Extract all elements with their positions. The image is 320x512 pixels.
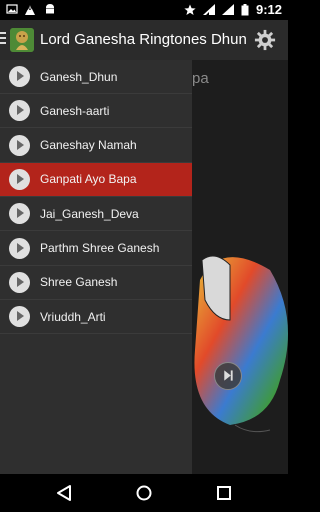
drawer-item[interactable]: Jai_Ganesh_Deva	[0, 197, 192, 232]
skip-icon	[224, 370, 233, 381]
player-pause-button[interactable]	[214, 362, 242, 390]
app-bar: Lord Ganesha Ringtones Dhun	[0, 20, 288, 60]
system-nav-bar	[0, 474, 288, 512]
drawer-toggle-icon[interactable]	[0, 32, 6, 47]
notification-badge: 40	[24, 3, 38, 15]
app-title: Lord Ganesha Ringtones Dhun	[40, 31, 247, 48]
app-logo-icon[interactable]	[10, 28, 34, 52]
image-icon	[6, 4, 18, 14]
drawer-item-label: Ganpati Ayo Bapa	[40, 172, 137, 187]
drawer-item-label: Ganeshay Namah	[40, 138, 137, 153]
drawer-item[interactable]: Vriuddh_Arti	[0, 300, 192, 335]
navigation-drawer: Ganesh_Dhun Ganesh-aarti Ganeshay Namah Gan…	[0, 60, 192, 474]
play-icon	[9, 306, 30, 328]
drawer-item-label: Shree Ganesh	[40, 275, 118, 290]
play-icon	[9, 134, 30, 156]
drawer-item[interactable]: Shree Ganesh	[0, 266, 192, 300]
drawer-item-label: Jai_Ganesh_Deva	[40, 206, 139, 221]
battery-icon	[241, 3, 249, 15]
home-icon[interactable]	[134, 484, 154, 502]
drawer-item-label: Parthm Shree Ganesh	[40, 241, 160, 255]
drawer-item[interactable]: Ganeshay Namah	[0, 129, 192, 163]
back-icon[interactable]	[54, 484, 74, 502]
drawer-item[interactable]: Ganpati Ayo Bapa	[0, 162, 192, 197]
play-icon	[9, 203, 30, 225]
drawer-item-label: Ganesh_Dhun	[40, 69, 118, 84]
wifi-icon	[202, 3, 215, 15]
status-bar: 40 9:12	[0, 0, 288, 20]
settings-gear-icon[interactable]	[254, 29, 276, 51]
drawer-item-label: Vriuddh_Arti	[40, 309, 106, 324]
drawer-item[interactable]: Ganesh_Dhun	[0, 60, 192, 94]
recents-icon[interactable]	[214, 484, 234, 502]
play-icon	[9, 237, 30, 259]
clock: 9:12	[255, 2, 282, 17]
play-icon	[9, 66, 30, 87]
play-icon	[9, 271, 30, 293]
now-playing-title: pa	[192, 70, 209, 87]
drawer-item[interactable]: Parthm Shree Ganesh	[0, 232, 192, 266]
signal-icon	[221, 3, 234, 15]
star-icon	[184, 4, 196, 15]
drawer-item-label: Ganesh-aarti	[40, 103, 110, 118]
badge-number: 40	[25, 6, 32, 12]
play-icon	[9, 100, 30, 122]
play-icon	[9, 168, 30, 190]
drawer-item[interactable]: Ganesh-aarti	[0, 94, 192, 129]
android-icon	[46, 4, 54, 14]
